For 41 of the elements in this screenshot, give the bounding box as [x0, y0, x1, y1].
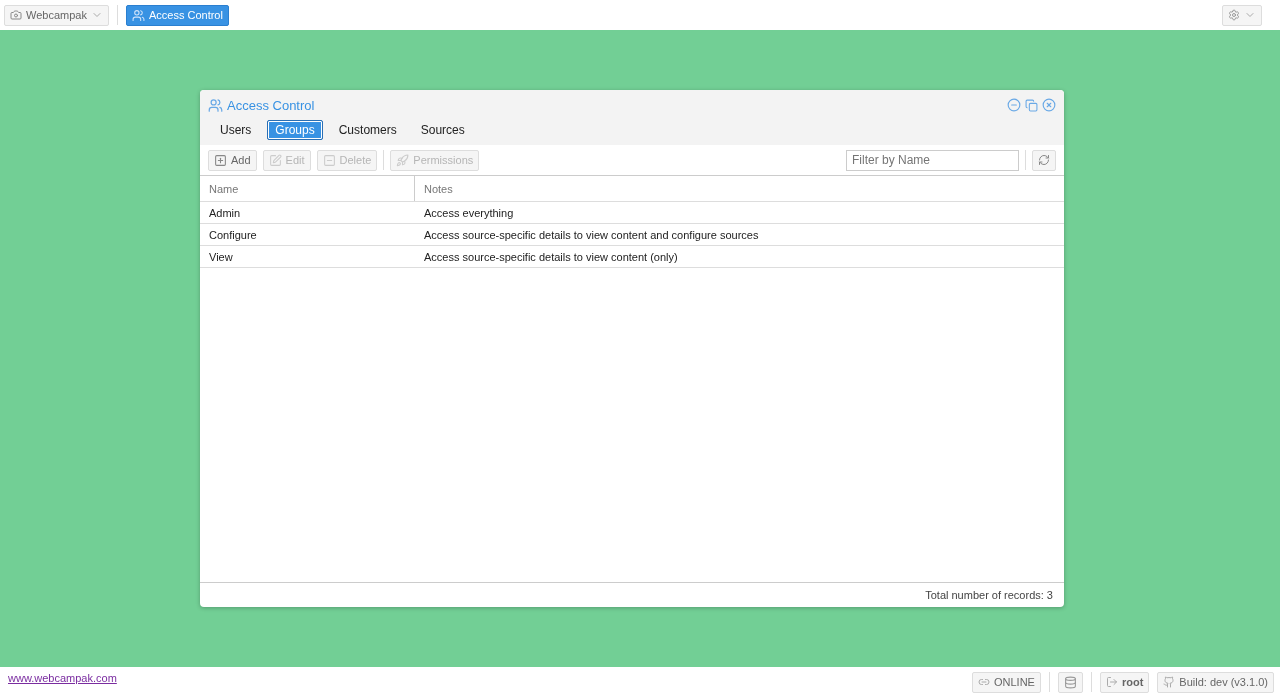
settings-icon [1228, 9, 1240, 21]
link-icon [978, 676, 990, 688]
minimize-icon[interactable] [1007, 98, 1021, 112]
delete-icon [322, 153, 336, 167]
taskbar-button[interactable]: Access Control [125, 4, 229, 26]
table-cell-text: Admin [208, 205, 242, 221]
restore-icon[interactable] [1025, 98, 1038, 112]
logout-icon [1105, 676, 1118, 688]
edit-icon [268, 153, 282, 167]
add-button[interactable]: Add [208, 149, 257, 171]
logout-button[interactable]: root [1099, 671, 1150, 693]
tab[interactable]: Customers [330, 120, 405, 140]
column-header[interactable]: Notes [415, 176, 1064, 201]
column-header[interactable]: Name [200, 176, 415, 201]
table-cell-text: Access everything [423, 205, 515, 221]
add-icon [214, 153, 227, 167]
build-button[interactable]: Build: dev (v3.1.0) [1157, 671, 1274, 693]
refresh-button[interactable] [1032, 149, 1056, 171]
users-icon [131, 8, 145, 22]
settings-button[interactable] [1222, 4, 1262, 26]
tab[interactable]: Sources [412, 120, 473, 140]
app-menu-button[interactable]: Webcampak [4, 4, 109, 26]
tab[interactable]: Users [212, 120, 260, 140]
table-cell-text: Configure [208, 227, 258, 243]
status-button[interactable]: ONLINE [972, 671, 1041, 693]
tab[interactable]: Groups [267, 120, 323, 140]
window-title: Access Control [227, 97, 315, 113]
camera-icon [10, 9, 22, 21]
users-icon [208, 97, 223, 113]
permissions-icon [396, 153, 410, 167]
database-button[interactable] [1057, 671, 1083, 693]
close-icon[interactable] [1042, 98, 1056, 112]
record-count: Total number of records: 3 [925, 589, 1053, 601]
github-cat-icon [1163, 676, 1176, 688]
table-cell-text: Access source-specific details to view content and configure sources [423, 227, 760, 243]
table-cell-text: View [208, 249, 234, 265]
filter-field[interactable]: Filter by Name [846, 149, 1019, 171]
refresh-icon [1038, 154, 1050, 166]
table-cell-text: Access source-specific details to view content (only) [423, 249, 679, 265]
database-icon [1063, 675, 1077, 689]
website-link[interactable]: www.webcampak.com [8, 672, 117, 684]
